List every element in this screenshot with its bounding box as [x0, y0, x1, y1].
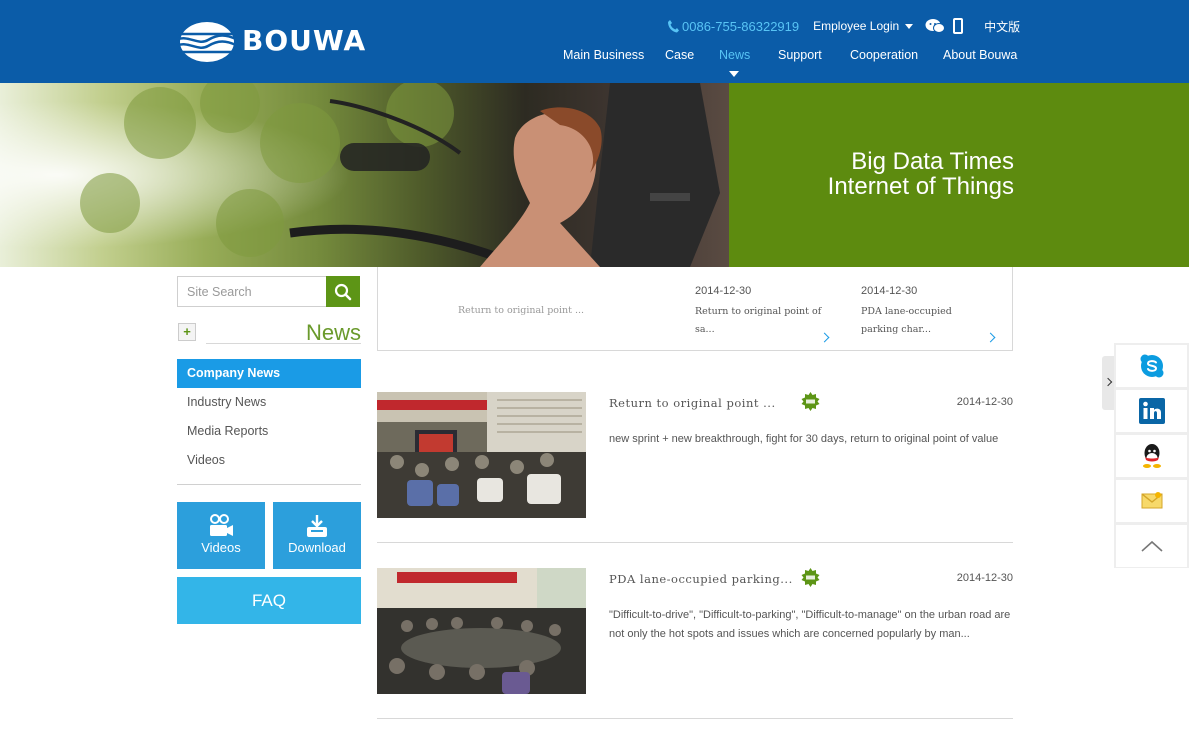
- featured-card-date: 2014-12-30: [695, 285, 752, 297]
- banner-tagline-line2: Internet of Things: [827, 173, 1014, 200]
- social-float-bar: [1114, 343, 1189, 568]
- download-icon: [307, 515, 327, 537]
- expand-plus-icon[interactable]: +: [178, 323, 196, 341]
- search-icon: [334, 283, 352, 300]
- news-list-item[interactable]: PDA lane-occupied parking... 2014-12-30 …: [377, 568, 1013, 719]
- news-list-item[interactable]: Return to original point ... 2014-12-30 …: [377, 392, 1013, 543]
- skype-icon: [1140, 354, 1163, 378]
- banner-illustration: [0, 73, 729, 267]
- featured-card[interactable]: 2014-12-30 PDA lane-occupied parking cha…: [861, 285, 996, 343]
- videos-tile-label: Videos: [201, 540, 241, 555]
- back-to-top-icon: [1140, 540, 1163, 552]
- new-badge-icon: [801, 392, 820, 411]
- news-category-menu: Company News Industry News Media Reports…: [177, 359, 361, 475]
- linkedin-icon: [1138, 398, 1165, 424]
- chevron-down-icon[interactable]: [905, 23, 914, 29]
- mobile-icon[interactable]: [953, 18, 964, 34]
- featured-card-title: PDA lane-occupied parking char...: [861, 306, 952, 335]
- new-badge-icon: [801, 568, 820, 587]
- nav-item-cooperation[interactable]: Cooperation: [850, 48, 918, 62]
- menu-divider: [177, 484, 361, 485]
- hero-banner: Big Data Times Internet of Things: [0, 73, 1189, 267]
- page: BOUWA 0086-755-86322919 Employee Login 中…: [0, 0, 1189, 740]
- banner-tagline-line1: Big Data Times: [851, 148, 1014, 175]
- menu-item-videos[interactable]: Videos: [177, 446, 361, 475]
- nav-item-support[interactable]: Support: [778, 48, 822, 62]
- search-button[interactable]: [326, 276, 360, 307]
- skype-button[interactable]: [1116, 345, 1187, 387]
- chevron-right-icon[interactable]: [985, 332, 996, 343]
- banner-photo: [0, 73, 729, 267]
- brand-name: BOUWA: [242, 24, 367, 57]
- brand-logo[interactable]: BOUWA: [178, 20, 368, 64]
- qq-icon: [1142, 444, 1161, 468]
- videos-tile-button[interactable]: Videos: [177, 502, 265, 569]
- section-title-divider: [206, 343, 361, 344]
- site-search-input[interactable]: [178, 277, 327, 306]
- news-item-summary: "Difficult-to-drive", "Difficult-to-park…: [609, 609, 1011, 640]
- meeting-photo-illustration: [377, 392, 586, 518]
- chevron-right-icon[interactable]: [819, 332, 830, 343]
- nav-item-news[interactable]: News: [719, 48, 750, 62]
- brand-logo-icon: [178, 22, 236, 62]
- news-item-title[interactable]: PDA lane-occupied parking...: [609, 572, 793, 586]
- employee-login-link[interactable]: Employee Login: [813, 19, 899, 33]
- phone-icon: [668, 20, 679, 33]
- featured-card-date: 2014-12-30: [861, 285, 918, 297]
- site-search-box: [177, 276, 327, 307]
- nav-item-about-bouwa[interactable]: About Bouwa: [943, 48, 1017, 62]
- news-item-title[interactable]: Return to original point ...: [609, 396, 776, 410]
- linkedin-button[interactable]: [1116, 390, 1187, 432]
- message-icon: [1141, 492, 1162, 509]
- top-utility-bar: 0086-755-86322919 Employee Login 中文版: [667, 17, 1020, 35]
- faq-button[interactable]: FAQ: [177, 577, 361, 624]
- menu-item-company-news[interactable]: Company News: [177, 359, 361, 388]
- phone-number: 0086-755-86322919: [682, 18, 800, 34]
- menu-item-media-reports[interactable]: Media Reports: [177, 417, 361, 446]
- featured-current-title[interactable]: Return to original point ...: [458, 305, 584, 316]
- news-item-date: 2014-12-30: [956, 572, 1013, 584]
- conference-photo-illustration: [377, 568, 586, 694]
- download-tile-label: Download: [288, 540, 346, 555]
- featured-card-title: Return to original point of sa...: [695, 306, 822, 335]
- message-button[interactable]: [1116, 480, 1187, 522]
- chevron-right-icon: [1103, 377, 1113, 387]
- nav-item-main-business[interactable]: Main Business: [563, 48, 644, 62]
- news-thumbnail[interactable]: [377, 392, 586, 518]
- qq-button[interactable]: [1116, 435, 1187, 477]
- site-header: BOUWA 0086-755-86322919 Employee Login 中…: [0, 0, 1189, 83]
- nav-item-case[interactable]: Case: [665, 48, 694, 62]
- featured-news-strip: Return to original point ... 2014-12-30 …: [377, 267, 1013, 351]
- video-camera-icon: [210, 514, 233, 536]
- news-item-date: 2014-12-30: [956, 396, 1013, 408]
- menu-item-industry-news[interactable]: Industry News: [177, 388, 361, 417]
- download-tile-button[interactable]: Download: [273, 502, 361, 569]
- news-item-summary: new sprint + new breakthrough, fight for…: [609, 433, 999, 445]
- wechat-icon[interactable]: [925, 18, 946, 34]
- news-thumbnail[interactable]: [377, 568, 586, 694]
- language-switch[interactable]: 中文版: [984, 18, 1020, 35]
- active-nav-pointer: [729, 71, 739, 77]
- back-to-top-button[interactable]: [1116, 525, 1187, 567]
- featured-card[interactable]: 2014-12-30 Return to original point of s…: [695, 285, 830, 343]
